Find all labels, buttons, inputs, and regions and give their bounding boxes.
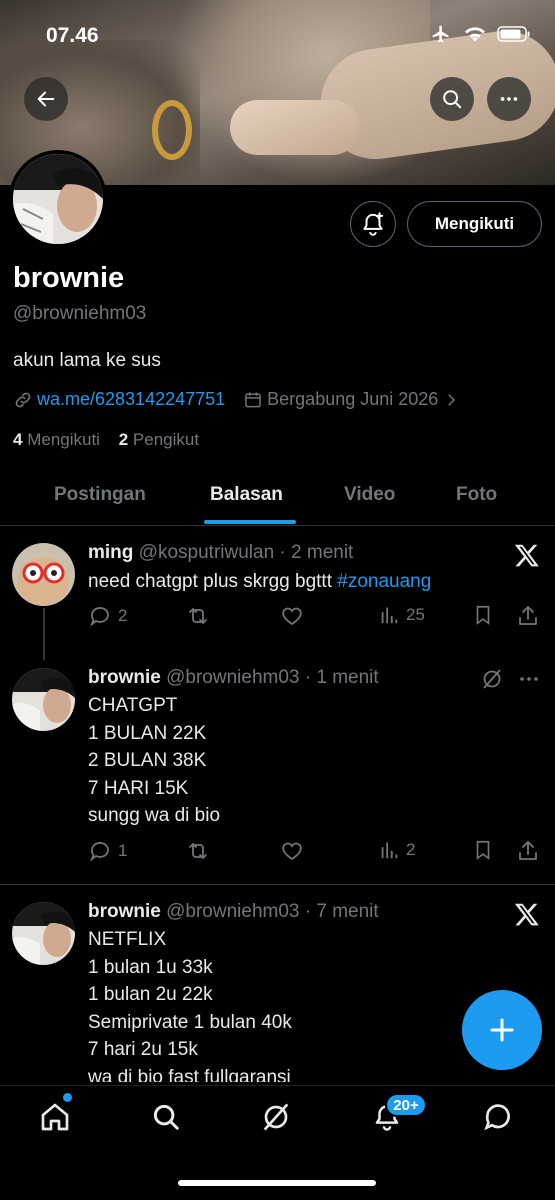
share-button[interactable]: [516, 604, 540, 628]
search-icon: [443, 90, 462, 109]
grok-icon: [263, 1103, 289, 1131]
author-name[interactable]: brownie: [88, 901, 161, 922]
message-icon: [484, 1104, 510, 1131]
following-stat[interactable]: 4 Mengikuti: [13, 430, 100, 449]
arrow-left-icon: [37, 91, 55, 107]
bookmark-button[interactable]: [472, 839, 494, 861]
home-indicator: [178, 1180, 376, 1186]
share-button[interactable]: [516, 839, 540, 863]
home-unread-dot: [63, 1093, 72, 1102]
analytics-icon: [381, 607, 398, 624]
battery-icon: [497, 26, 530, 42]
views-button[interactable]: 2: [378, 839, 415, 861]
repost-icon: [189, 843, 207, 859]
post-actions: 2 25: [88, 604, 543, 634]
profile-meta: wa.me/6283142247751 Bergabung Juni 2026: [13, 389, 460, 410]
search-button[interactable]: [430, 77, 474, 121]
tab-photos[interactable]: Foto: [456, 484, 497, 506]
comment-icon: [90, 607, 109, 627]
profile-handle: @browniehm03: [13, 303, 147, 324]
bookmark-icon: [476, 605, 490, 625]
author-name[interactable]: ming: [88, 542, 133, 563]
more-horizontal-icon[interactable]: [517, 667, 541, 691]
post-text: CHATGPT 1 BULAN 22K 2 BULAN 38K 7 HARI 1…: [88, 695, 221, 826]
post-actions: 1 2: [88, 839, 543, 869]
analytics-icon: [381, 842, 398, 859]
reply-button[interactable]: 2: [88, 604, 127, 628]
reply-button[interactable]: 1: [88, 839, 127, 863]
followers-stat[interactable]: 2 Pengikut: [119, 430, 199, 449]
grok-icon[interactable]: [480, 667, 504, 691]
repost-button[interactable]: [186, 839, 210, 863]
author-name[interactable]: brownie: [88, 667, 161, 688]
post-divider: [0, 884, 555, 885]
profile-name: brownie: [13, 262, 125, 294]
x-logo-icon: [514, 903, 539, 926]
tab-replies[interactable]: Balasan: [210, 484, 283, 506]
notify-button[interactable]: [350, 201, 396, 247]
plus-icon: [490, 1018, 514, 1042]
thread-connector: [43, 608, 45, 660]
compose-button[interactable]: [462, 990, 542, 1070]
bookmark-icon: [476, 840, 490, 860]
tab-video[interactable]: Video: [344, 484, 395, 506]
status-time: 07.46: [46, 24, 99, 47]
nav-home[interactable]: [38, 1100, 72, 1134]
x-logo-icon: [514, 544, 539, 567]
repost-button[interactable]: [186, 604, 210, 628]
like-button[interactable]: [280, 839, 304, 863]
wifi-icon: [465, 27, 485, 42]
more-options-button[interactable]: [487, 77, 531, 121]
post-text: NETFLIX 1 bulan 1u 33k 1 bulan 2u 22k Se…: [88, 929, 292, 1082]
active-tab-indicator: [204, 520, 296, 524]
post-time: · 2 menit: [279, 542, 354, 563]
profile-tabs: Postingan Balasan Video Foto: [0, 470, 555, 526]
comment-icon: [90, 842, 109, 862]
bell-plus-icon: [363, 212, 384, 236]
link-icon: [15, 392, 31, 407]
nav-search[interactable]: [149, 1100, 183, 1134]
status-bar: 07.46: [0, 18, 555, 54]
airplane-icon: [432, 25, 449, 43]
more-horizontal-icon: [500, 97, 518, 101]
notifications-badge: 20+: [385, 1093, 427, 1117]
avatar[interactable]: [12, 668, 75, 731]
like-button[interactable]: [280, 604, 304, 628]
following-button[interactable]: Mengikuti: [407, 201, 542, 247]
heart-icon: [282, 842, 302, 861]
post-header: brownie @browniehm03 · 7 menit: [88, 901, 379, 923]
tab-posts[interactable]: Postingan: [54, 484, 146, 506]
home-icon: [41, 1103, 69, 1131]
calendar-icon: [245, 392, 261, 407]
author-handle[interactable]: @browniehm03: [166, 901, 299, 922]
avatar[interactable]: [12, 902, 75, 965]
nav-messages[interactable]: [481, 1100, 515, 1134]
views-button[interactable]: 25: [378, 604, 425, 626]
post-header: brownie @browniehm03 · 1 menit: [88, 667, 379, 689]
post-time: · 1 menit: [304, 667, 379, 688]
share-icon: [519, 841, 537, 860]
avatar[interactable]: [12, 543, 75, 606]
post-text: need chatgpt plus skrgg bgttt #zonauang: [88, 571, 432, 592]
profile-bio: akun lama ke sus: [13, 350, 161, 371]
back-button[interactable]: [24, 77, 68, 121]
chevron-right-icon[interactable]: [442, 391, 460, 409]
author-handle[interactable]: @browniehm03: [166, 667, 299, 688]
profile-link[interactable]: wa.me/6283142247751: [37, 389, 225, 410]
author-handle[interactable]: @kosputriwulan: [139, 542, 274, 563]
post-header: ming @kosputriwulan · 2 menit: [88, 542, 353, 564]
profile-avatar[interactable]: [9, 150, 107, 248]
hashtag-link[interactable]: #zonauang: [337, 571, 431, 592]
join-date[interactable]: Bergabung Juni 2026: [267, 389, 438, 410]
follow-stats: 4 Mengikuti 2 Pengikut: [13, 430, 199, 450]
share-icon: [519, 606, 537, 625]
repost-icon: [189, 608, 207, 624]
heart-icon: [282, 607, 302, 626]
search-icon: [153, 1104, 179, 1130]
post-time: · 7 menit: [304, 901, 379, 922]
nav-grok[interactable]: [259, 1100, 293, 1134]
bookmark-button[interactable]: [472, 604, 494, 626]
